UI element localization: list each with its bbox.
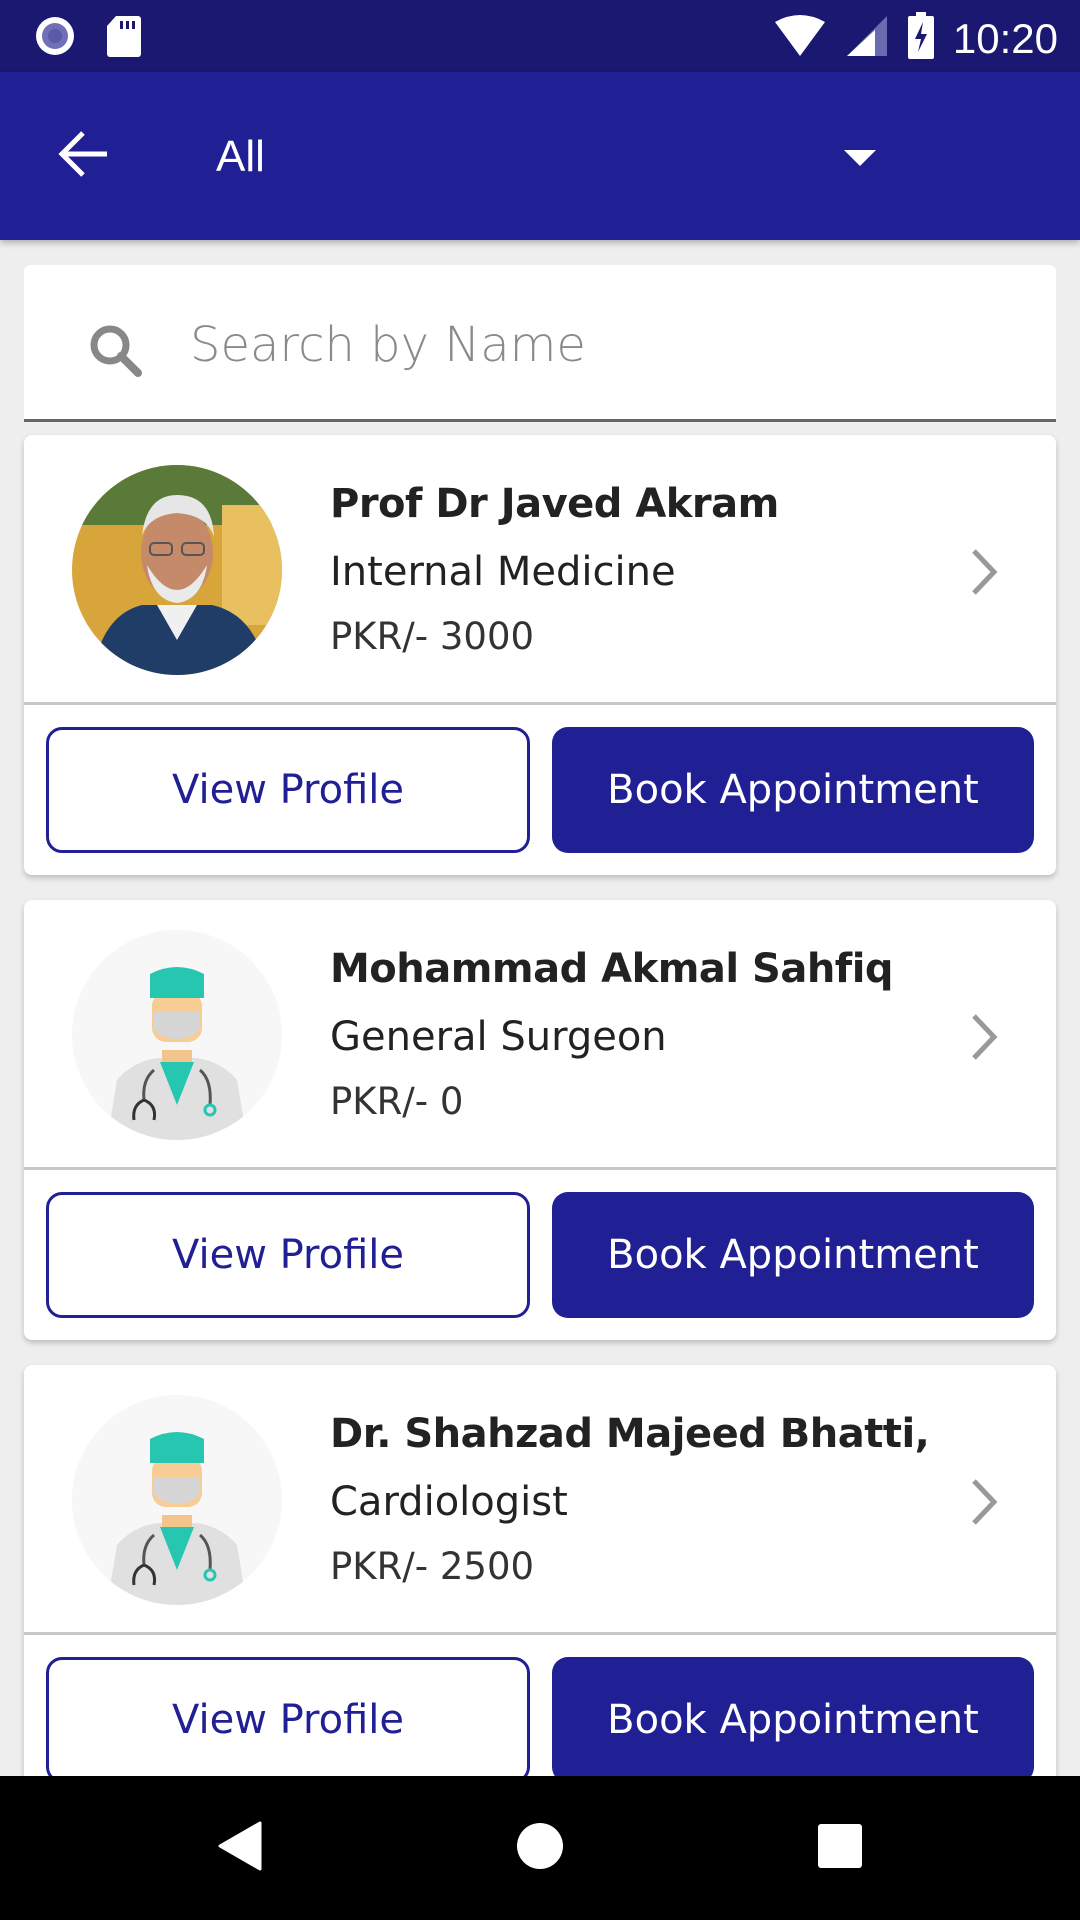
chevron-right-icon — [964, 547, 1004, 597]
filter-selected-value: All — [216, 132, 265, 181]
status-bar: 10:20 — [0, 0, 1080, 72]
doctor-card: Prof Dr Javed Akram Internal Medicine PK… — [24, 435, 1056, 875]
nav-home-button[interactable] — [500, 1812, 580, 1884]
chevron-right-icon — [964, 1012, 1004, 1062]
search-icon — [88, 323, 144, 384]
doctor-fee: PKR/- 2500 — [330, 1545, 535, 1588]
system-nav-bar — [0, 1776, 1080, 1920]
doctor-card-header[interactable]: Prof Dr Javed Akram Internal Medicine PK… — [24, 435, 1056, 705]
doctor-specialty: Cardiologist — [330, 1479, 568, 1525]
doctor-card-actions: View Profile Book Appointment — [24, 1170, 1056, 1337]
view-profile-button[interactable]: View Profile — [46, 727, 530, 853]
doctor-list: Prof Dr Javed Akram Internal Medicine PK… — [24, 435, 1056, 1830]
nav-home-icon — [515, 1821, 565, 1876]
category-filter-dropdown[interactable]: All — [216, 112, 896, 202]
wifi-icon — [773, 14, 827, 63]
status-time: 10:20 — [952, 14, 1058, 62]
doctor-name: Prof Dr Javed Akram — [330, 481, 779, 527]
doctor-specialty: General Surgeon — [330, 1014, 667, 1060]
doctor-card-header[interactable]: Dr. Shahzad Majeed Bhatti, Cardiologist … — [24, 1365, 1056, 1635]
view-profile-button[interactable]: View Profile — [46, 1192, 530, 1318]
book-appointment-button[interactable]: Book Appointment — [552, 727, 1034, 853]
doctor-photo — [72, 465, 282, 675]
app-bar: All — [0, 72, 1080, 240]
doctor-placeholder-avatar — [72, 1395, 282, 1605]
doctor-name: Mohammad Akmal Sahfiq — [330, 946, 894, 992]
doctor-fee: PKR/- 0 — [330, 1080, 464, 1123]
book-appointment-button[interactable]: Book Appointment — [552, 1657, 1034, 1783]
doctor-card: Mohammad Akmal Sahfiq General Surgeon PK… — [24, 900, 1056, 1340]
doctor-card-header[interactable]: Mohammad Akmal Sahfiq General Surgeon PK… — [24, 900, 1056, 1170]
chevron-right-icon — [964, 1477, 1004, 1527]
nav-back-button[interactable] — [200, 1812, 280, 1884]
doctor-card: Dr. Shahzad Majeed Bhatti, Cardiologist … — [24, 1365, 1056, 1805]
arrow-back-icon — [57, 130, 109, 183]
nav-recents-icon — [817, 1823, 863, 1874]
doctor-specialty: Internal Medicine — [330, 549, 676, 595]
doctor-fee: PKR/- 3000 — [330, 615, 535, 658]
search-box — [24, 265, 1056, 422]
dropdown-caret-icon — [844, 150, 876, 166]
nav-back-icon — [216, 1821, 264, 1876]
doctor-placeholder-avatar — [72, 930, 282, 1140]
search-input[interactable] — [190, 305, 1010, 385]
sd-card-icon — [106, 14, 142, 63]
nav-recents-button[interactable] — [800, 1812, 880, 1884]
doctor-name: Dr. Shahzad Majeed Bhatti, — [330, 1411, 930, 1457]
back-button[interactable] — [48, 124, 118, 188]
signal-icon — [845, 14, 889, 63]
book-appointment-button[interactable]: Book Appointment — [552, 1192, 1034, 1318]
doctor-card-actions: View Profile Book Appointment — [24, 705, 1056, 872]
view-profile-button[interactable]: View Profile — [46, 1657, 530, 1783]
notification-circle-icon — [34, 15, 76, 62]
battery-charging-icon — [907, 12, 935, 65]
